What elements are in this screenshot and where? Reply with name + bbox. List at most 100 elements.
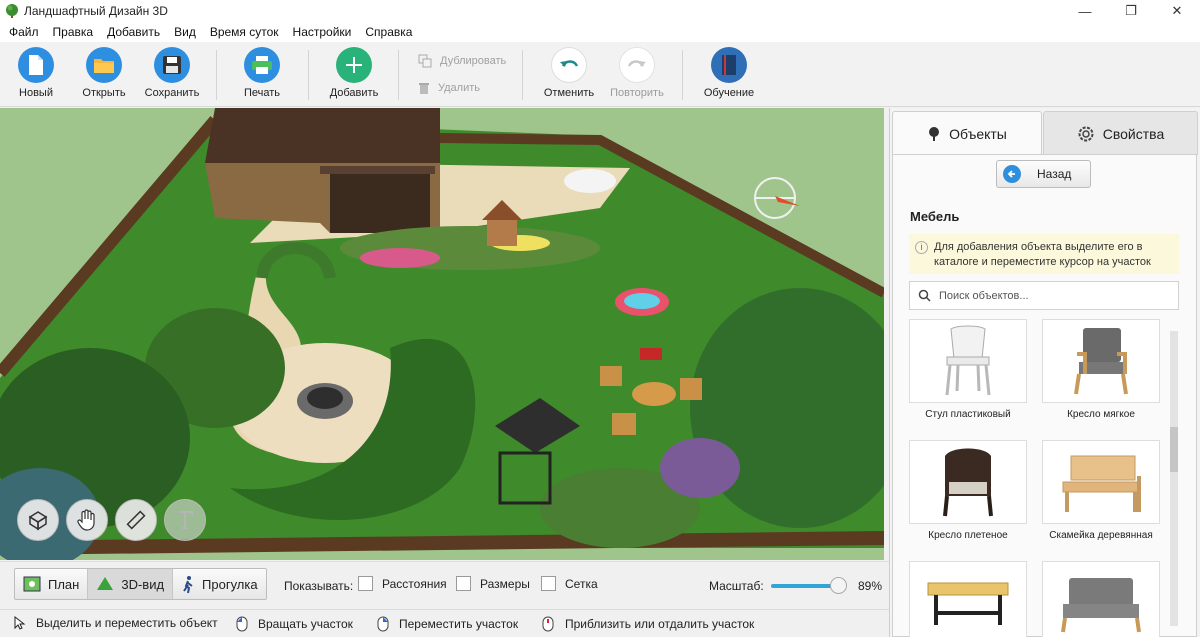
catalog-item-wicker-chair[interactable]: Кресло плетеное xyxy=(909,440,1027,541)
menu-help[interactable]: Справка xyxy=(358,25,419,39)
map-icon xyxy=(23,576,41,592)
print-button[interactable]: Печать xyxy=(226,47,298,105)
sizes-label: Размеры xyxy=(480,576,530,591)
catalog-item-sofa[interactable] xyxy=(1042,561,1160,637)
app-tree-icon xyxy=(6,4,18,18)
plastic-chair-image xyxy=(909,319,1027,403)
undo-icon xyxy=(551,47,587,83)
arrow-left-icon xyxy=(1003,165,1021,183)
garden-3d-viewport[interactable] xyxy=(0,108,884,560)
pan-tool-button[interactable] xyxy=(66,499,108,541)
open-button[interactable]: Открыть xyxy=(68,47,140,105)
distances-checkbox[interactable]: Расстояния xyxy=(358,576,447,591)
catalog-item-wooden-bench[interactable]: Скамейка деревянная xyxy=(1042,440,1160,541)
undo-button[interactable]: Отменить xyxy=(533,47,605,105)
catalog-item-soft-armchair[interactable]: Кресло мягкое xyxy=(1042,319,1160,420)
ruler-icon xyxy=(126,510,146,530)
menu-edit[interactable]: Правка xyxy=(46,25,101,39)
tab-properties[interactable]: Свойства xyxy=(1043,111,1198,155)
tab-objects-label: Объекты xyxy=(949,125,1007,142)
objects-tool-button[interactable] xyxy=(17,499,59,541)
hint-box: i Для добавления объекта выделите его в … xyxy=(909,234,1179,274)
gear-icon xyxy=(1078,126,1094,141)
sofa-image xyxy=(1042,561,1160,637)
view-bar: План 3D-вид Прогулка Показывать: Расстоя… xyxy=(0,561,889,608)
duplicate-button[interactable]: Дублировать xyxy=(418,54,506,68)
new-button[interactable]: Новый xyxy=(0,47,72,105)
redo-label: Повторить xyxy=(610,87,664,99)
section-title: Мебель xyxy=(910,209,960,224)
plus-icon xyxy=(336,47,372,83)
catalog-item-label: Стул пластиковый xyxy=(925,409,1011,420)
zoom-slider-knob[interactable] xyxy=(830,577,847,594)
search-box[interactable] xyxy=(909,281,1179,310)
hint-text: Для добавления объекта выделите его в ка… xyxy=(934,241,1151,268)
title-bar: Ландшафтный Дизайн 3D — ❐ ✕ xyxy=(0,0,1200,22)
learn-label: Обучение xyxy=(703,87,755,99)
add-button[interactable]: Добавить xyxy=(318,47,390,105)
tree-icon xyxy=(929,126,940,141)
open-label: Открыть xyxy=(82,87,126,99)
text-tool-icon xyxy=(178,511,193,529)
soft-armchair-image xyxy=(1042,319,1160,403)
catalog-item-bench-black[interactable] xyxy=(909,561,1027,637)
duplicate-icon xyxy=(418,54,432,68)
menu-add[interactable]: Добавить xyxy=(100,25,167,39)
cursor-icon xyxy=(14,616,26,630)
status-zoom-label: Приблизить или отдалить участок xyxy=(565,617,755,631)
3d-tree-icon xyxy=(97,577,114,590)
status-move-label: Переместить участок xyxy=(399,617,519,631)
objects-panel: Назад Мебель i Для добавления объекта вы… xyxy=(892,154,1197,637)
search-input[interactable] xyxy=(939,289,1159,302)
grid-checkbox[interactable]: Сетка xyxy=(541,576,598,591)
tab-objects[interactable]: Объекты xyxy=(892,111,1042,155)
view-mode-group: План 3D-вид Прогулка xyxy=(14,568,267,600)
3d-mode-label: 3D-вид xyxy=(121,576,165,592)
maximize-button[interactable]: ❐ xyxy=(1108,0,1154,22)
walk-mode-button[interactable]: Прогулка xyxy=(173,569,266,599)
save-label: Сохранить xyxy=(144,87,200,99)
printer-icon xyxy=(244,47,280,83)
status-rotate-label: Вращать участок xyxy=(258,617,353,631)
sizes-checkbox[interactable]: Размеры xyxy=(456,576,530,591)
learn-button[interactable]: Обучение xyxy=(693,47,765,105)
undo-label: Отменить xyxy=(543,87,595,99)
text-tool-button[interactable] xyxy=(164,499,206,541)
redo-button[interactable]: Повторить xyxy=(601,47,673,105)
folder-icon xyxy=(86,47,122,83)
zoom-label: Масштаб: xyxy=(709,579,764,593)
window-title: Ландшафтный Дизайн 3D xyxy=(24,4,168,18)
save-button[interactable]: Сохранить xyxy=(136,47,208,105)
scrollbar-thumb[interactable] xyxy=(1170,427,1178,472)
delete-button[interactable]: Удалить xyxy=(418,81,480,95)
right-panel: Объекты Свойства Назад Мебель i Для доба… xyxy=(889,108,1200,637)
minimize-button[interactable]: — xyxy=(1062,0,1108,22)
mouse-left-icon xyxy=(236,616,248,632)
menu-file[interactable]: Файл xyxy=(2,25,46,39)
trash-icon xyxy=(419,83,429,94)
catalog-scrollbar[interactable] xyxy=(1167,319,1178,637)
wicker-chair-image xyxy=(909,440,1027,524)
catalog-item-plastic-chair[interactable]: Стул пластиковый xyxy=(909,319,1027,420)
show-label: Показывать: xyxy=(284,579,354,593)
book-icon xyxy=(711,47,747,83)
new-file-icon xyxy=(18,47,54,83)
catalog-item-label: Скамейка деревянная xyxy=(1049,530,1153,541)
furniture-catalog: Стул пластиковый Кресло мягкое Кресло пл… xyxy=(893,319,1168,637)
menu-time-of-day[interactable]: Время суток xyxy=(203,25,286,39)
tab-properties-label: Свойства xyxy=(1102,125,1165,142)
ruler-tool-button[interactable] xyxy=(115,499,157,541)
catalog-item-label: Кресло мягкое xyxy=(1067,409,1135,420)
search-icon xyxy=(918,289,931,302)
status-zoom: Приблизить или отдалить участок xyxy=(541,616,754,632)
objects-tool-icon xyxy=(28,511,48,531)
menu-view[interactable]: Вид xyxy=(167,25,203,39)
status-select-label: Выделить и переместить объект xyxy=(36,616,218,630)
close-button[interactable]: ✕ xyxy=(1154,0,1200,22)
plan-mode-button[interactable]: План xyxy=(15,569,89,599)
3d-mode-button[interactable]: 3D-вид xyxy=(88,569,174,599)
walk-mode-label: Прогулка xyxy=(202,576,258,592)
menu-bar: Файл Правка Добавить Вид Время суток Нас… xyxy=(0,22,1200,42)
menu-settings[interactable]: Настройки xyxy=(286,25,359,39)
back-button[interactable]: Назад xyxy=(996,160,1091,188)
